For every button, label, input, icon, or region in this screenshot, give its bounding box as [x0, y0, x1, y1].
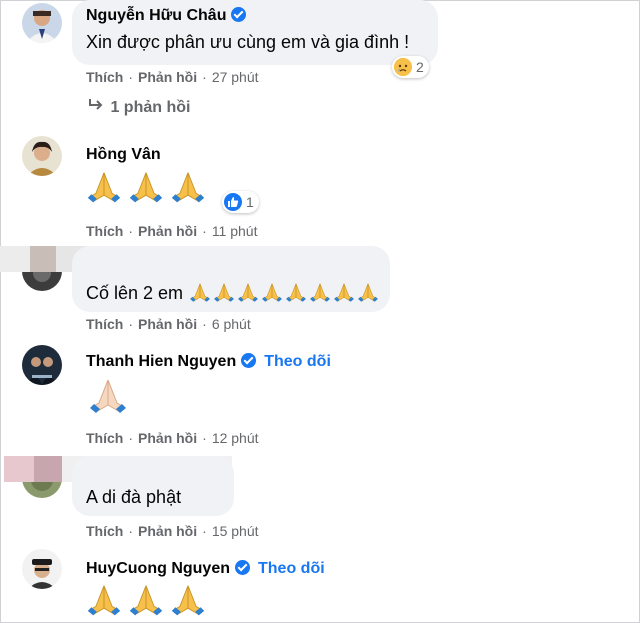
like-button[interactable]: Thích	[86, 69, 123, 85]
reply-button[interactable]: Phản hồi	[138, 223, 197, 239]
folded-hands-icon	[262, 283, 282, 302]
comment-timestamp[interactable]: 27 phút	[212, 69, 259, 85]
follow-button[interactable]: Theo dõi	[258, 560, 325, 577]
comment-actions: Thích · Phản hồi · 27 phút	[86, 69, 259, 85]
comment-timestamp[interactable]: 15 phút	[212, 523, 259, 539]
comment-emoji-content	[88, 377, 128, 417]
author-name-text[interactable]: Nguyễn Hữu Châu	[86, 7, 226, 24]
comment-text: Xin được phân ưu cùng em và gia đình !	[86, 32, 410, 52]
verified-badge-icon	[235, 560, 250, 575]
folded-hands-icon	[286, 283, 306, 302]
folded-hands-icon	[334, 283, 354, 302]
folded-hands-icon	[129, 172, 163, 203]
folded-hands-icon	[129, 585, 163, 616]
folded-hands-icon	[310, 283, 330, 302]
comment-actions: Thích · Phản hồi · 12 phút	[86, 430, 259, 446]
folded-hands-icon	[171, 172, 205, 203]
avatar[interactable]	[22, 3, 62, 43]
folded-hands-icon	[190, 283, 210, 302]
comment-emoji-content	[189, 282, 379, 304]
avatar[interactable]	[22, 549, 62, 589]
like-button[interactable]: Thích	[86, 223, 123, 239]
reaction-count: 2	[416, 59, 424, 75]
comment-emoji-content	[86, 170, 206, 206]
like-button[interactable]: Thích	[86, 430, 123, 446]
comment-actions: Thích · Phản hồi · 11 phút	[86, 223, 258, 239]
comment-timestamp[interactable]: 12 phút	[212, 430, 259, 446]
comment-actions: Thích · Phản hồi · 15 phút	[86, 523, 259, 539]
comment-author-name[interactable]: Nguyễn Hữu Châu	[86, 7, 247, 25]
reply-button[interactable]: Phản hồi	[138, 69, 197, 85]
follow-button[interactable]: Theo dõi	[264, 353, 331, 370]
comment-emoji-content	[86, 583, 206, 619]
avatar[interactable]	[22, 345, 62, 385]
reply-button[interactable]: Phản hồi	[138, 523, 197, 539]
like-button[interactable]: Thích	[86, 316, 123, 332]
reaction-summary[interactable]: 1	[222, 191, 259, 213]
author-name-text[interactable]: Hồng Vân	[86, 146, 161, 163]
reaction-count: 1	[246, 194, 254, 210]
comment-text: A di đà phật	[86, 487, 182, 507]
comment-text-content: Cố lên 2 em	[86, 282, 184, 303]
reply-arrow-icon	[88, 98, 106, 117]
comment-timestamp[interactable]: 11 phút	[212, 223, 258, 239]
comment-author-name[interactable]: Thanh Hien Nguyen Theo dõi	[86, 353, 331, 371]
author-name-text[interactable]: Thanh Hien Nguyen	[86, 353, 236, 370]
folded-hands-icon	[171, 585, 205, 616]
like-button[interactable]: Thích	[86, 523, 123, 539]
comment-text: Cố lên 2 em	[86, 282, 379, 304]
like-reaction-icon	[224, 193, 242, 211]
folded-hands-icon	[87, 585, 121, 616]
replies-count-label[interactable]: 1 phản hồi	[110, 99, 190, 116]
folded-hands-icon	[87, 172, 121, 203]
view-replies-link[interactable]: 1 phản hồi	[88, 98, 190, 117]
avatar[interactable]	[22, 136, 62, 176]
reply-button[interactable]: Phản hồi	[138, 430, 197, 446]
reply-button[interactable]: Phản hồi	[138, 316, 197, 332]
reaction-summary[interactable]: 2	[392, 56, 429, 78]
verified-badge-icon	[241, 353, 257, 368]
comment-timestamp[interactable]: 6 phút	[212, 316, 251, 332]
author-name-text[interactable]: HuyCuong Nguyen	[86, 560, 230, 577]
comment-actions: Thích · Phản hồi · 6 phút	[86, 316, 251, 332]
verified-badge-icon	[231, 7, 247, 22]
sad-reaction-icon	[394, 58, 412, 76]
folded-hands-icon	[238, 283, 258, 302]
folded-hands-light-icon	[90, 379, 126, 413]
comment-author-name[interactable]: HuyCuong Nguyen Theo dõi	[86, 560, 325, 578]
folded-hands-icon	[214, 283, 234, 302]
folded-hands-icon	[358, 283, 378, 302]
comment-author-name[interactable]: Hồng Vân	[86, 146, 161, 164]
